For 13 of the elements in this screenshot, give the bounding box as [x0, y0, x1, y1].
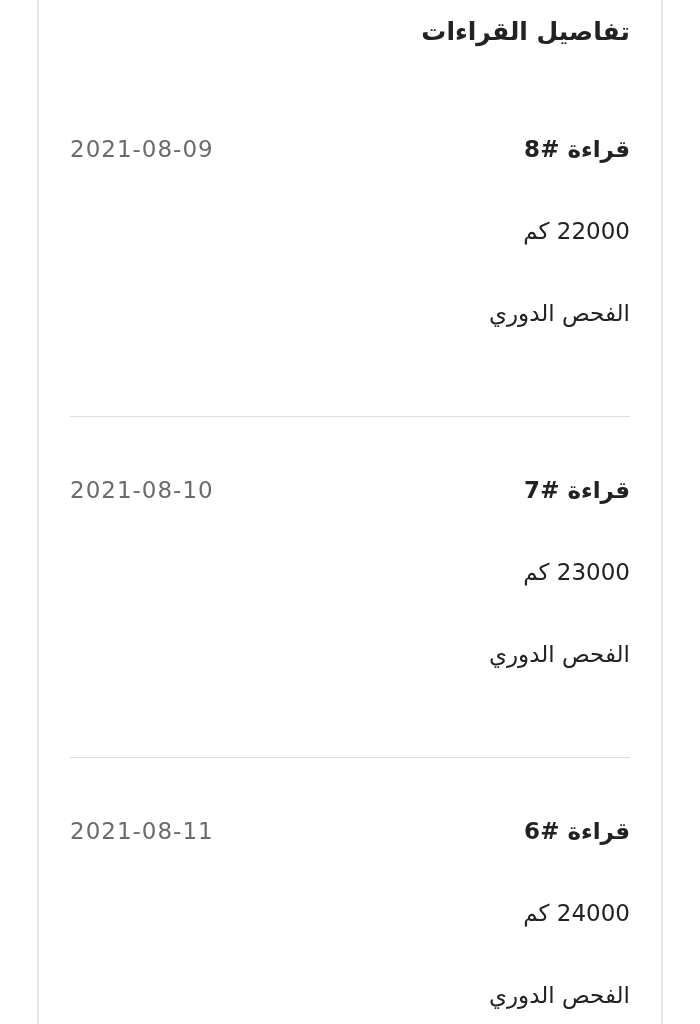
reading-title: قراءة #6 — [524, 818, 630, 844]
reading-date: 2021-08-11 — [70, 818, 214, 844]
reading-type: الفحص الدوري — [488, 641, 630, 667]
reading-date: 2021-08-09 — [70, 136, 214, 162]
section-title: تفاصيل القراءات — [420, 16, 630, 49]
reading-type: الفحص الدوري — [488, 300, 630, 326]
reading-distance: 23000 كم — [523, 559, 630, 585]
reading-distance: 22000 كم — [523, 218, 630, 244]
reading-date: 2021-08-10 — [70, 477, 214, 503]
reading-distance: 24000 كم — [523, 900, 630, 926]
reading-title: قراءة #8 — [524, 136, 630, 162]
reading-title: قراءة #7 — [524, 477, 630, 503]
reading-type: الفحص الدوري — [488, 982, 630, 1008]
